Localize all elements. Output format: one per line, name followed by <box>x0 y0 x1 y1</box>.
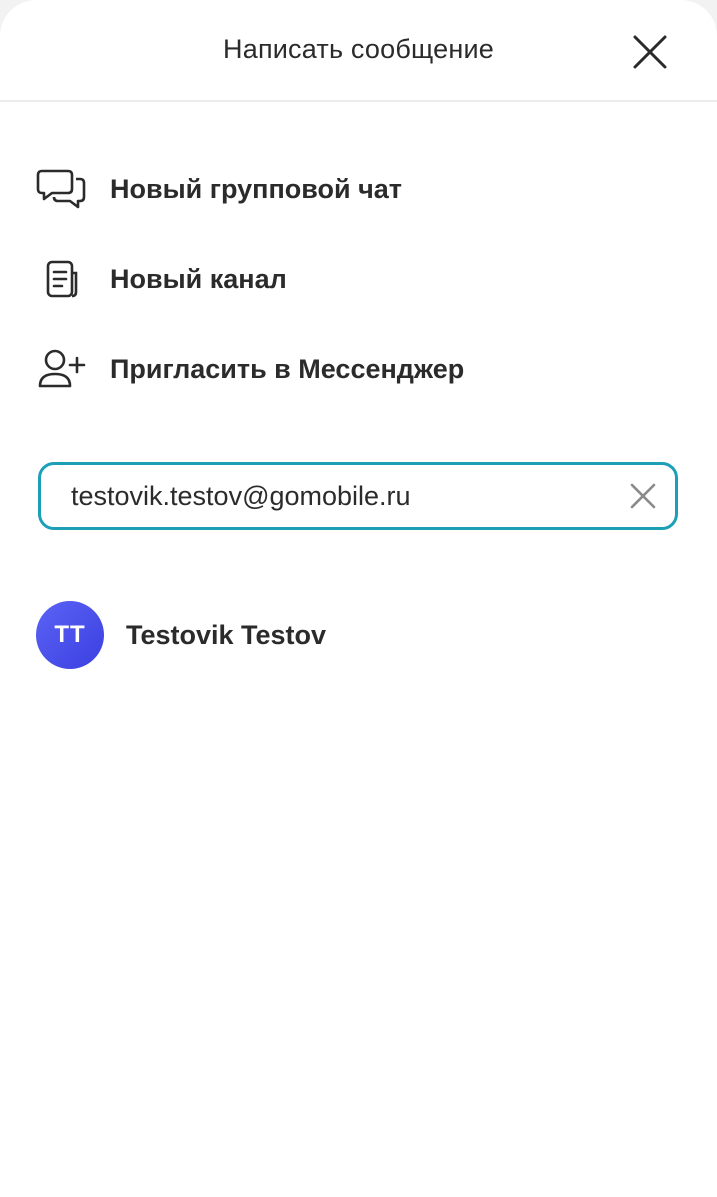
menu-item-label: Новый канал <box>110 263 287 294</box>
avatar: TT <box>36 601 104 669</box>
clear-icon <box>630 483 656 509</box>
chat-bubbles-icon <box>36 163 88 215</box>
channel-document-icon <box>36 253 88 305</box>
search-input[interactable] <box>71 465 611 527</box>
new-group-chat-item[interactable]: Новый групповой чат <box>0 149 717 229</box>
new-channel-item[interactable]: Новый канал <box>0 239 717 319</box>
contact-result-item[interactable]: TT Testovik Testov <box>0 596 717 676</box>
add-user-icon <box>36 343 88 395</box>
clear-search-button[interactable] <box>621 474 665 518</box>
compose-message-sheet: Написать сообщение Новый групповой чат Н… <box>0 0 717 1197</box>
close-button[interactable] <box>626 28 674 76</box>
menu-item-label: Пригласить в Мессенджер <box>110 353 465 384</box>
contact-name: Testovik Testov <box>126 620 327 650</box>
close-icon <box>633 35 667 69</box>
menu-item-label: Новый групповой чат <box>110 173 403 204</box>
search-field <box>38 462 678 530</box>
header: Написать сообщение <box>0 0 717 102</box>
invite-to-messenger-item[interactable]: Пригласить в Мессенджер <box>0 329 717 409</box>
page-title: Написать сообщение <box>223 34 494 64</box>
